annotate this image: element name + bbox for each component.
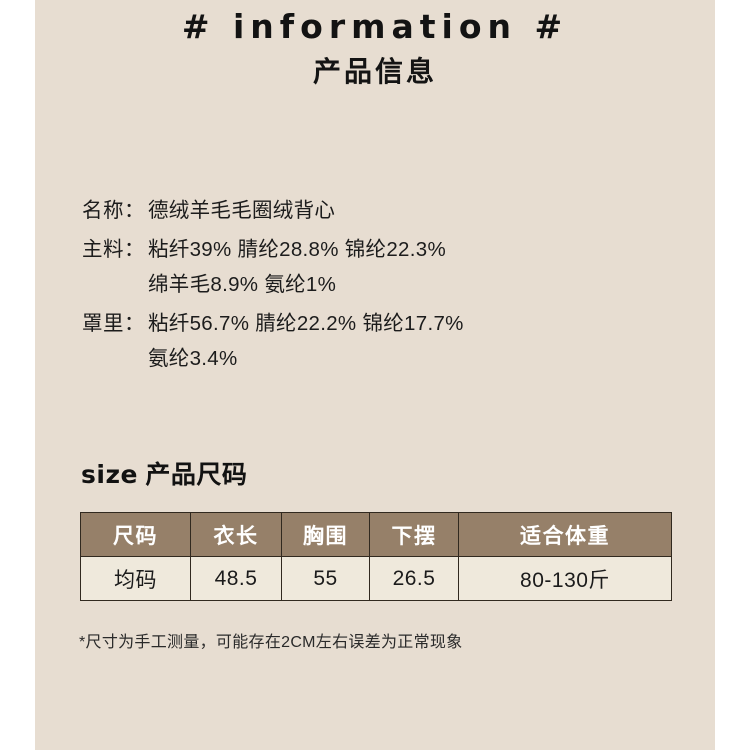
measurement-disclaimer: *尺寸为手工测量，可能存在2CM左右误差为正常现象	[79, 634, 463, 651]
page-title: # information #	[181, 7, 569, 46]
attribute-value: 德绒羊毛毛圈绒背心	[148, 199, 336, 222]
attribute-label: 名称：	[82, 199, 145, 222]
size-heading-cn: 产品尺码	[137, 461, 248, 489]
table-header-row: 尺码 衣长 胸围 下摆 适合体重	[80, 512, 672, 557]
attribute-value: 氨纶3.4%	[148, 347, 238, 371]
table-header-cell-length: 衣长	[190, 512, 282, 557]
attribute-row-name: 名称： 德绒羊毛毛圈绒背心	[82, 196, 682, 225]
attribute-value: 粘纤56.7% 腈纶22.2% 锦纶17.7%	[148, 312, 464, 336]
table-header-cell-weight: 适合体重	[458, 512, 672, 557]
attribute-row-main-material-continued: 绵羊毛8.9% 氨纶1%	[82, 270, 682, 299]
attribute-row-main-material: 主料： 粘纤39% 腈纶28.8% 锦纶22.3%	[82, 235, 682, 264]
page-header: # information # 产品信息	[35, 0, 715, 89]
table-header-cell-bust: 胸围	[281, 512, 370, 557]
table-header-cell-size: 尺码	[80, 512, 191, 557]
attribute-value: 粘纤39% 腈纶28.8% 锦纶22.3%	[148, 238, 446, 262]
table-cell-length: 48.5	[190, 556, 282, 601]
table-cell-bust: 55	[281, 556, 370, 601]
product-attributes-list: 名称： 德绒羊毛毛圈绒背心 主料： 粘纤39% 腈纶28.8% 锦纶22.3% …	[82, 196, 682, 384]
table-cell-size: 均码	[80, 556, 191, 601]
attribute-value: 绵羊毛8.9% 氨纶1%	[148, 273, 337, 297]
size-chart-table: 尺码 衣长 胸围 下摆 适合体重 均码 48.5 55 26.5 80-130斤	[80, 512, 672, 601]
attribute-label: 罩里：	[82, 312, 145, 336]
attribute-row-lining-material: 罩里： 粘纤56.7% 腈纶22.2% 锦纶17.7%	[82, 309, 682, 338]
size-heading-latin: size	[81, 460, 138, 489]
table-cell-weight: 80-130斤	[458, 556, 672, 601]
attribute-row-lining-material-continued: 氨纶3.4%	[82, 344, 682, 373]
page-subtitle: 产品信息	[312, 56, 437, 88]
attribute-label: 主料：	[82, 238, 145, 262]
size-section-heading: size 产品尺码	[81, 455, 247, 491]
table-row: 均码 48.5 55 26.5 80-130斤	[80, 556, 672, 601]
product-info-panel: # information # 产品信息 名称： 德绒羊毛毛圈绒背心 主料： 粘…	[35, 0, 715, 750]
table-header-cell-hem: 下摆	[369, 512, 459, 557]
table-cell-hem: 26.5	[369, 556, 459, 601]
